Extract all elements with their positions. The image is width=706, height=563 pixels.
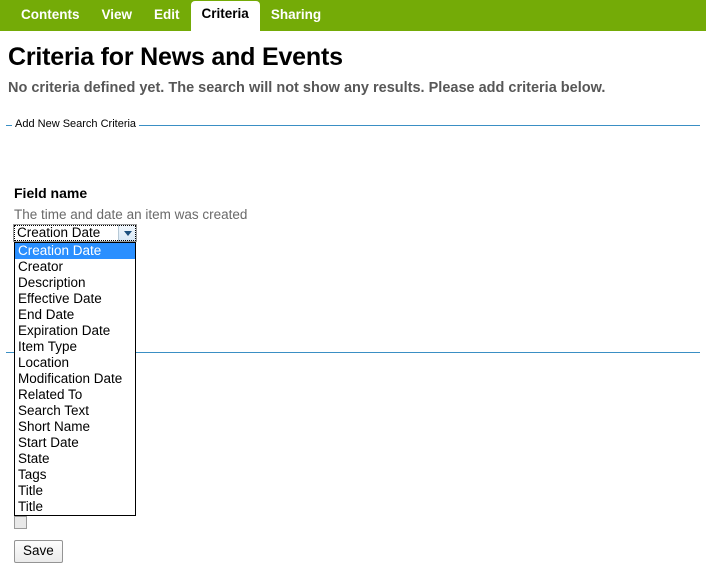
- page-content: Criteria for News and Events No criteria…: [0, 31, 706, 97]
- dropdown-option[interactable]: Title: [15, 499, 135, 515]
- tab-bar: ContentsViewEditCriteriaSharing: [0, 0, 706, 31]
- dropdown-option[interactable]: Short Name: [15, 419, 135, 435]
- dropdown-option[interactable]: Location: [15, 355, 135, 371]
- field-name-help-text: The time and date an item was created: [14, 206, 247, 223]
- tab-edit[interactable]: Edit: [143, 2, 191, 31]
- dropdown-option[interactable]: Effective Date: [15, 291, 135, 307]
- save-button[interactable]: Save: [14, 540, 63, 563]
- field-name-dropdown-list[interactable]: Creation DateCreatorDescriptionEffective…: [14, 242, 136, 516]
- tab-criteria[interactable]: Criteria: [191, 1, 260, 31]
- dropdown-option[interactable]: Tags: [15, 467, 135, 483]
- dropdown-option[interactable]: Expiration Date: [15, 323, 135, 339]
- chevron-down-icon[interactable]: [118, 225, 136, 241]
- dropdown-option[interactable]: State: [15, 451, 135, 467]
- dropdown-option[interactable]: Description: [15, 275, 135, 291]
- fieldset-legend: Add New Search Criteria: [12, 118, 139, 131]
- tab-view[interactable]: View: [91, 2, 144, 31]
- criteria-checkbox[interactable]: [14, 516, 27, 529]
- page-title: Criteria for News and Events: [0, 31, 706, 71]
- dropdown-option[interactable]: Related To: [15, 387, 135, 403]
- field-name-label: Field name: [14, 185, 87, 202]
- dropdown-option[interactable]: Title: [15, 483, 135, 499]
- criteria-checkbox-row: [14, 516, 27, 529]
- page-description: No criteria defined yet. The search will…: [0, 71, 706, 97]
- tab-sharing[interactable]: Sharing: [260, 2, 332, 31]
- dropdown-option[interactable]: Item Type: [15, 339, 135, 355]
- dropdown-option[interactable]: Modification Date: [15, 371, 135, 387]
- tab-list: ContentsViewEditCriteriaSharing: [10, 0, 332, 31]
- dropdown-option[interactable]: End Date: [15, 307, 135, 323]
- tab-contents[interactable]: Contents: [10, 2, 91, 31]
- dropdown-option[interactable]: Creator: [15, 259, 135, 275]
- field-name-select-value: Creation Date: [14, 225, 118, 241]
- dropdown-option[interactable]: Creation Date: [15, 243, 135, 259]
- dropdown-option[interactable]: Search Text: [15, 403, 135, 419]
- field-name-select[interactable]: Creation Date: [13, 224, 137, 242]
- dropdown-option[interactable]: Start Date: [15, 435, 135, 451]
